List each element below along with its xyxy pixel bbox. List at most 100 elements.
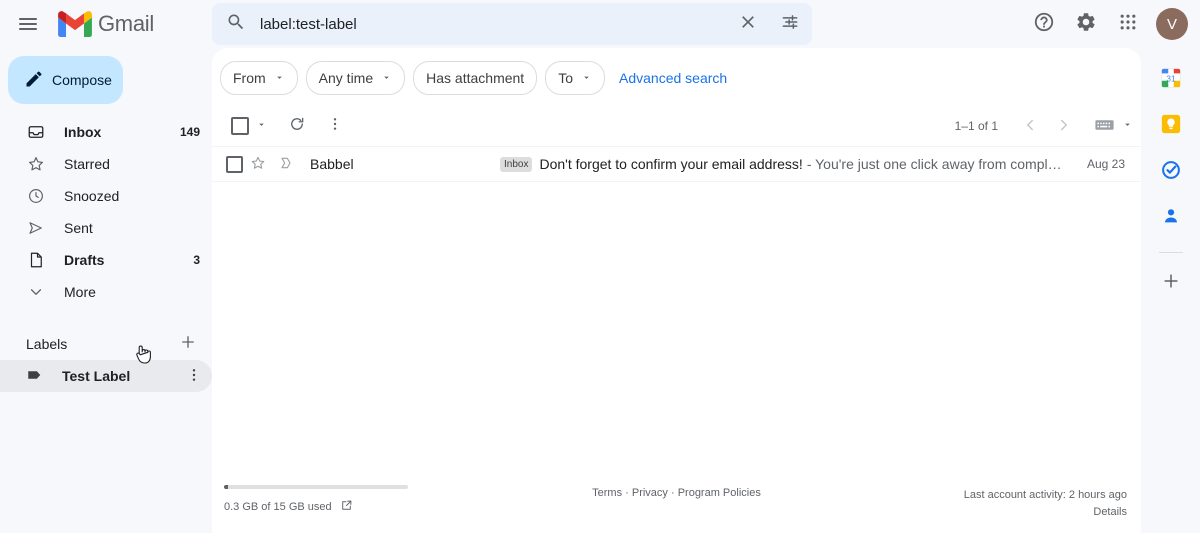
filter-chip-label: Has attachment: [426, 70, 524, 86]
star-button[interactable]: [244, 155, 272, 174]
create-label-button[interactable]: [176, 332, 200, 356]
search-options-button[interactable]: [770, 4, 810, 44]
row-checkbox[interactable]: [224, 156, 244, 173]
settings-button[interactable]: [1066, 4, 1106, 44]
chevron-down-icon[interactable]: [256, 117, 267, 135]
list-toolbar: 1–1 of 1: [212, 106, 1141, 147]
pagination: 1–1 of 1: [955, 110, 1133, 142]
inbox-icon: [26, 122, 46, 142]
mail-list: Babbel Inbox Don't forget to confirm you…: [212, 147, 1141, 182]
sidebar-item-label: Inbox: [64, 124, 180, 140]
google-contacts-icon: [1160, 205, 1182, 232]
important-marker-icon: [278, 155, 294, 174]
important-marker-button[interactable]: [272, 155, 300, 174]
advanced-search-link[interactable]: Advanced search: [619, 70, 727, 86]
clear-search-button[interactable]: [728, 4, 768, 44]
side-panel-add-button[interactable]: [1151, 263, 1191, 303]
sidebar-nav: Inbox 149 Starred: [0, 116, 212, 308]
chevron-down-icon: [26, 282, 46, 302]
chevron-down-icon: [581, 70, 592, 86]
search-icon: [226, 12, 246, 37]
sidebar-item-inbox[interactable]: Inbox 149: [0, 116, 212, 148]
help-icon: [1033, 11, 1055, 38]
sidebar-item-test-label[interactable]: Test Label: [0, 360, 212, 392]
sidebar-item-sent[interactable]: Sent: [0, 212, 212, 244]
side-panel-contacts[interactable]: [1151, 198, 1191, 238]
gmail-window: Gmail: [0, 0, 1200, 533]
sidebar-item-count: 3: [193, 253, 200, 267]
refresh-button[interactable]: [281, 110, 313, 142]
svg-text:31: 31: [1166, 74, 1176, 83]
labels-header: Labels: [0, 328, 212, 360]
side-panel-tasks[interactable]: [1151, 152, 1191, 192]
labels-title: Labels: [26, 336, 176, 352]
label-icon: [26, 366, 44, 387]
older-page-button[interactable]: [1048, 110, 1080, 142]
refresh-icon: [288, 115, 306, 138]
apps-grid-icon: [1118, 12, 1138, 37]
google-apps-button[interactable]: [1108, 4, 1148, 44]
select-all-control[interactable]: [224, 110, 267, 142]
google-keep-icon: [1160, 113, 1182, 140]
sidebar-item-starred[interactable]: Starred: [0, 148, 212, 180]
filter-chip-from[interactable]: From: [220, 61, 298, 95]
last-activity-text: Last account activity: 2 hours ago: [964, 487, 1127, 504]
mail-snippet-separator: -: [807, 156, 812, 172]
sidebar-item-count: 149: [180, 125, 200, 139]
footer-links-text[interactable]: Terms · Privacy · Program Policies: [592, 487, 761, 499]
sidebar-item-snoozed[interactable]: Snoozed: [0, 180, 212, 212]
search-bar[interactable]: [212, 3, 812, 45]
star-icon: [26, 154, 46, 174]
more-vert-icon: [186, 367, 202, 386]
footer-activity: Last account activity: 2 hours ago Detai…: [964, 487, 1127, 521]
chevron-down-icon: [381, 70, 392, 86]
google-tasks-icon: [1160, 159, 1182, 186]
storage-text: 0.3 GB of 15 GB used: [224, 501, 332, 513]
close-icon: [738, 12, 758, 37]
gmail-logo-icon: [58, 11, 92, 37]
sidebar-item-label: Snoozed: [64, 188, 200, 204]
storage-manage-link[interactable]: [340, 499, 353, 515]
side-panel-divider: [1159, 252, 1183, 253]
compose-label: Compose: [52, 72, 112, 88]
filter-chip-to[interactable]: To: [545, 61, 605, 95]
mail-subject: Don't forget to confirm your email addre…: [539, 156, 802, 172]
support-button[interactable]: [1024, 4, 1064, 44]
more-options-button[interactable]: [319, 110, 351, 142]
clock-icon: [26, 186, 46, 206]
filter-chip-label: From: [233, 70, 266, 86]
side-panel-keep[interactable]: [1151, 106, 1191, 146]
label-options-button[interactable]: [184, 366, 204, 386]
filter-chip-label: To: [558, 70, 573, 86]
main-menu-button[interactable]: [8, 4, 48, 44]
search-button[interactable]: [216, 4, 256, 44]
main-panel: From Any time Has attachment To Ad: [212, 48, 1141, 533]
mail-subject-area: Inbox Don't forget to confirm your email…: [500, 156, 1065, 172]
avatar-initial: V: [1167, 16, 1177, 33]
sidebar: Compose Inbox 149 Starr: [0, 48, 212, 533]
sidebar-item-more[interactable]: More: [0, 276, 212, 308]
brand-name: Gmail: [98, 11, 154, 37]
search-input[interactable]: [256, 16, 728, 33]
filter-chip-any-time[interactable]: Any time: [306, 61, 405, 95]
filter-chip-label: Any time: [319, 70, 373, 86]
sidebar-item-drafts[interactable]: Drafts 3: [0, 244, 212, 276]
storage-text-row: 0.3 GB of 15 GB used: [224, 499, 544, 515]
compose-button[interactable]: Compose: [8, 56, 123, 104]
keyboard-icon: [1095, 118, 1114, 135]
side-panel-calendar[interactable]: 31: [1151, 60, 1191, 100]
gmail-home-link[interactable]: Gmail: [58, 4, 154, 44]
newer-page-button[interactable]: [1014, 110, 1046, 142]
filter-chip-has-attachment[interactable]: Has attachment: [413, 61, 537, 95]
chevron-left-icon: [1021, 116, 1039, 137]
select-all-checkbox[interactable]: [224, 110, 256, 142]
table-row[interactable]: Babbel Inbox Don't forget to confirm you…: [212, 147, 1141, 182]
activity-details-link[interactable]: Details: [964, 504, 1127, 521]
search-options-icon: [780, 12, 800, 37]
avatar[interactable]: V: [1156, 8, 1188, 40]
input-tools-button[interactable]: [1088, 110, 1120, 142]
draft-icon: [26, 250, 46, 270]
send-icon: [26, 218, 46, 238]
input-tools-caret[interactable]: [1122, 119, 1133, 133]
search-filter-chips: From Any time Has attachment To Ad: [212, 48, 1141, 106]
